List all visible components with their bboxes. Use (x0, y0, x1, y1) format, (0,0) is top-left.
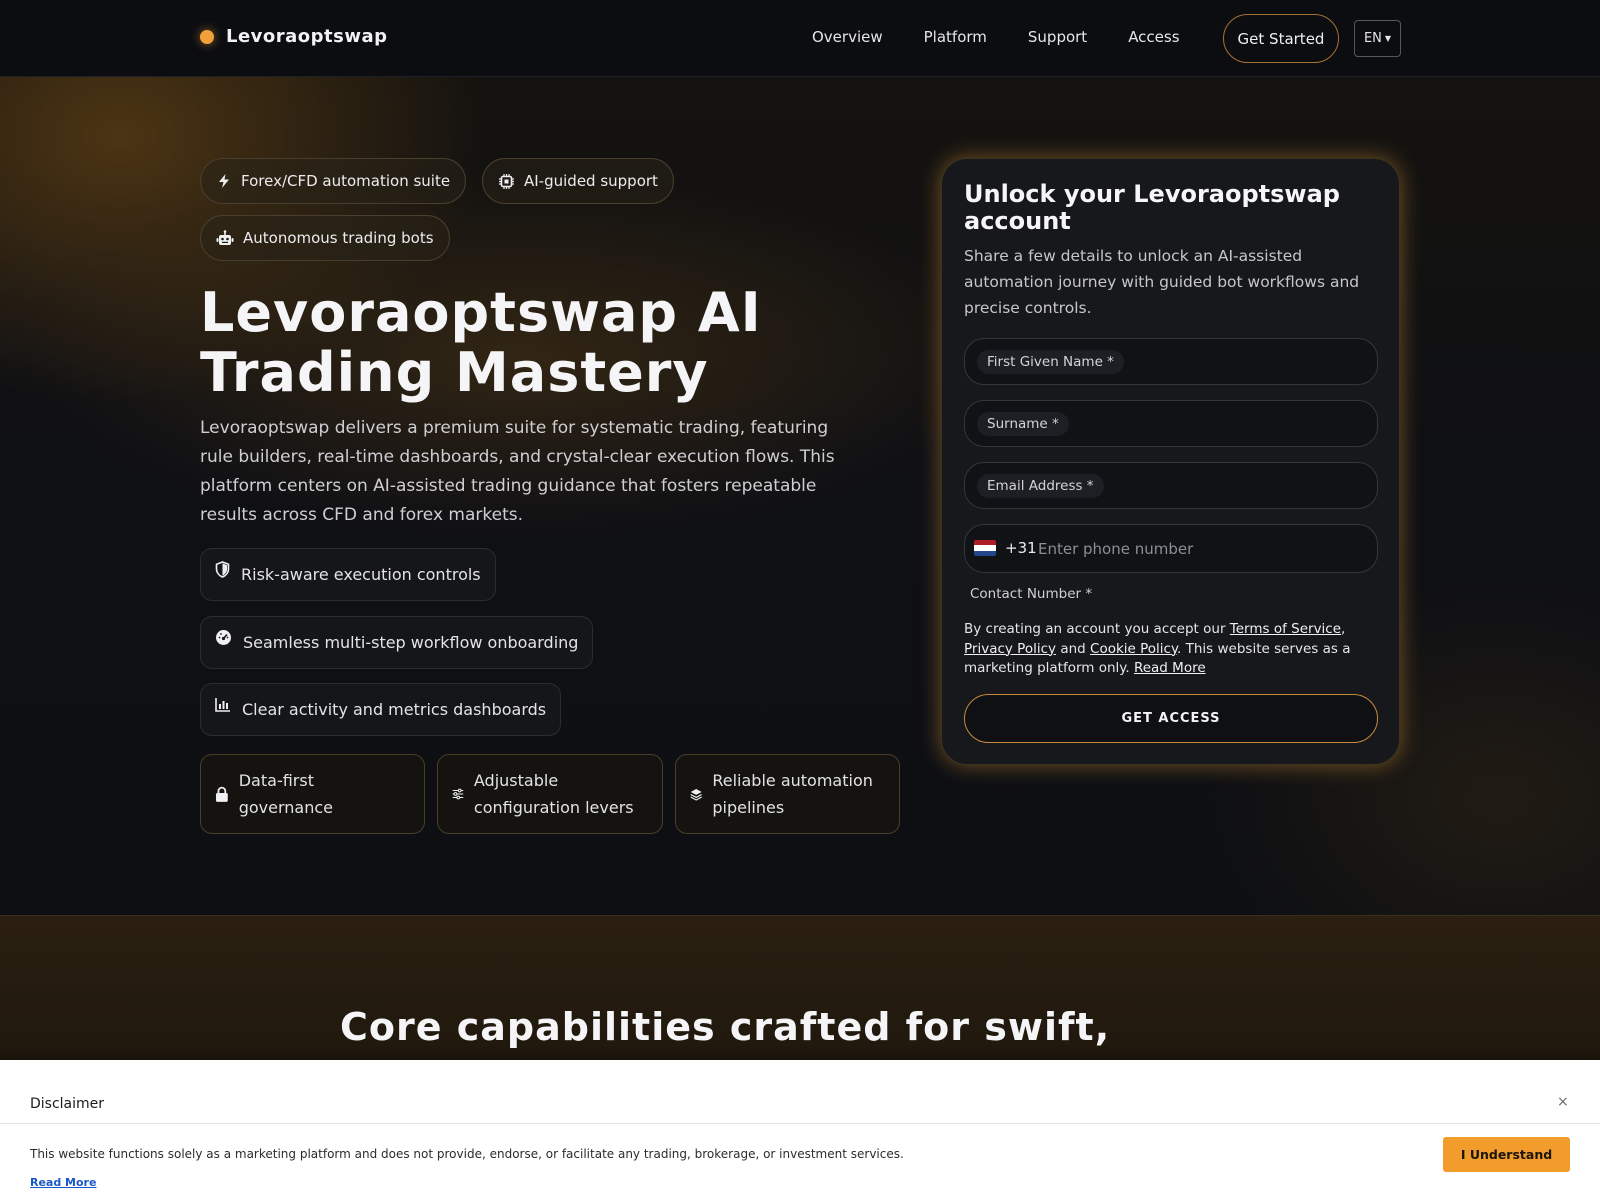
shield-icon (215, 561, 230, 578)
main-nav: Overview Platform Support Access (812, 28, 1180, 46)
feature-label: Risk-aware execution controls (241, 565, 481, 584)
nav-access[interactable]: Access (1128, 28, 1179, 46)
chip-trading-bots: Autonomous trading bots (200, 215, 450, 261)
bar-chart-icon (215, 698, 230, 712)
nav-overview[interactable]: Overview (812, 28, 883, 46)
capabilities-section: Core capabilities crafted for swift, dis… (0, 915, 1600, 1060)
email-label: Email Address * (977, 474, 1104, 498)
feature-label: Seamless multi-step workflow onboarding (243, 633, 579, 652)
privacy-link[interactable]: Privacy Policy (964, 641, 1056, 657)
hero-description: Levoraoptswap delivers a premium suite f… (200, 418, 835, 525)
phone-input[interactable] (1038, 535, 1358, 562)
surname-label: Surname * (977, 412, 1069, 436)
hero-title: Levoraoptswap AI Trading Mastery (200, 281, 762, 404)
first-name-label: First Given Name * (977, 350, 1124, 374)
card-label: Reliable automation pipelines (712, 771, 873, 817)
card-data-governance: Data-first governance (200, 754, 425, 834)
phone-field: +31 (964, 524, 1378, 573)
feature-metrics-dashboards: Clear activity and metrics dashboards (200, 683, 562, 736)
disclaimer-text: This website functions solely as a marke… (30, 1147, 904, 1161)
brand-name: Levoraoptswap (226, 26, 388, 47)
lock-icon (215, 786, 228, 802)
logo-dot-icon (200, 29, 214, 44)
get-access-button[interactable]: GET ACCESS (964, 694, 1378, 743)
capabilities-title: Core capabilities crafted for swift, dis… (340, 1005, 1111, 1049)
card-label: Adjustable configuration levers (473, 771, 634, 817)
legal-and: and (1060, 640, 1086, 657)
disclaimer-read-more-link[interactable]: Read More (30, 1176, 96, 1189)
chip-label: Forex/CFD automation suite (241, 172, 451, 190)
card-label: Data-first governance (238, 771, 334, 817)
card-configuration-levers: Adjustable configuration levers (437, 754, 663, 834)
nav-platform[interactable]: Platform (924, 28, 987, 46)
signup-form-panel: Unlock your Levoraoptswap account Share … (941, 158, 1400, 765)
caret-down-icon: ▼ (1384, 34, 1392, 43)
chip-label: AI-guided support (524, 172, 658, 190)
understand-button[interactable]: I Understand (1443, 1137, 1570, 1172)
feature-label: Clear activity and metrics dashboards (242, 700, 547, 719)
gauge-icon (216, 630, 231, 645)
legal-prefix: By creating an account you accept our (964, 621, 1226, 637)
legal-read-more-link[interactable]: Read More (1134, 660, 1206, 676)
netherlands-flag-icon[interactable] (974, 540, 996, 556)
language-code: EN (1363, 31, 1382, 46)
terms-link[interactable]: Terms of Service (1230, 621, 1341, 637)
chip-icon (499, 173, 514, 189)
get-started-button[interactable]: Get Started (1223, 14, 1339, 63)
chip-forex-automation: Forex/CFD automation suite (200, 158, 467, 204)
chip-ai-support: AI-guided support (482, 158, 674, 204)
feature-workflow-onboarding: Seamless multi-step workflow onboarding (200, 616, 594, 669)
nav-support[interactable]: Support (1028, 28, 1087, 46)
bolt-icon (219, 174, 229, 188)
robot-icon (216, 229, 234, 245)
legal-notice: By creating an account you accept our Te… (964, 620, 1378, 679)
sliders-icon (452, 788, 464, 800)
card-automation-pipelines: Reliable automation pipelines (675, 754, 900, 834)
dial-code: +31 (1005, 539, 1037, 557)
site-header: Levoraoptswap Overview Platform Support … (0, 0, 1600, 77)
disclaimer-title: Disclaimer (30, 1096, 105, 1112)
form-title: Unlock your Levoraoptswap account (964, 180, 1340, 235)
form-subtitle: Share a few details to unlock an AI-assi… (964, 247, 1360, 317)
contact-number-label: Contact Number * (970, 586, 1093, 602)
first-name-field[interactable]: First Given Name * (964, 338, 1378, 385)
surname-field[interactable]: Surname * (964, 400, 1378, 447)
cookie-link[interactable]: Cookie Policy (1090, 641, 1177, 657)
legal-comma: , (1341, 621, 1346, 637)
brand-logo[interactable]: Levoraoptswap (200, 26, 388, 47)
email-field[interactable]: Email Address * (964, 462, 1378, 509)
disclaimer-header: Disclaimer × (0, 1060, 1600, 1124)
layers-icon (690, 788, 702, 801)
language-selector[interactable]: EN ▼ (1354, 20, 1401, 57)
feature-risk-controls: Risk-aware execution controls (200, 548, 496, 601)
disclaimer-banner: Disclaimer × This website functions sole… (0, 1060, 1600, 1200)
chip-label: Autonomous trading bots (243, 229, 434, 247)
close-icon[interactable]: × (1557, 1094, 1569, 1110)
